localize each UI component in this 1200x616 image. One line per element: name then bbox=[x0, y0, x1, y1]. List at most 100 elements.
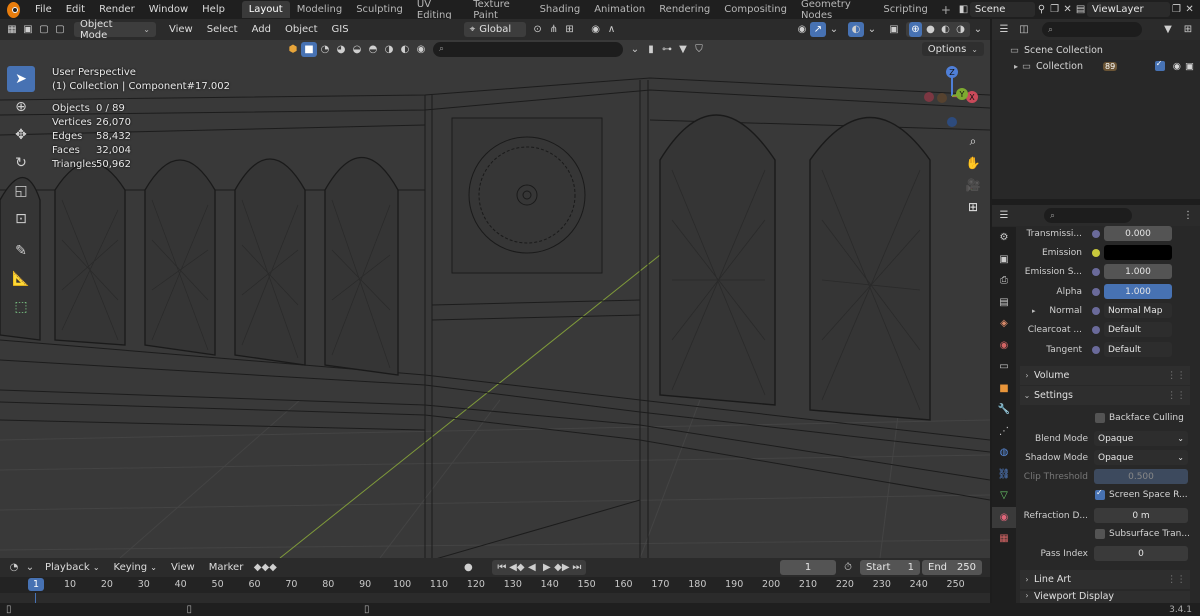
zoom-icon[interactable]: ⌕ bbox=[962, 130, 984, 152]
new-collection-icon[interactable]: ⊞ bbox=[1180, 22, 1196, 37]
outliner-display-mode-icon[interactable]: ◫ bbox=[1016, 22, 1032, 37]
workspace-tab-layout[interactable]: Layout bbox=[241, 1, 290, 18]
mode-selector[interactable]: Object Mode ⌄ bbox=[74, 19, 156, 41]
socket-dot-icon[interactable] bbox=[1092, 306, 1100, 315]
select-box-icon[interactable]: ▣ bbox=[20, 22, 36, 37]
ortho-grid-icon[interactable]: ⊞ bbox=[962, 196, 984, 218]
outliner-editor-type-icon[interactable]: ☰ bbox=[996, 22, 1012, 37]
xray-icon[interactable]: ▣ bbox=[886, 22, 902, 37]
select-subtract-icon[interactable]: ▢ bbox=[52, 22, 68, 37]
filter-curve-icon[interactable]: ◑ bbox=[381, 42, 397, 57]
color-filter-icon[interactable]: ⬢ bbox=[285, 42, 301, 57]
backface-culling-checkbox[interactable] bbox=[1095, 413, 1105, 423]
bookmark-icon[interactable]: ▮ bbox=[643, 42, 659, 57]
blender-logo-icon[interactable] bbox=[7, 1, 20, 18]
properties-search-input[interactable]: ⌕ bbox=[1044, 208, 1132, 223]
menu-edit[interactable]: Edit bbox=[59, 4, 92, 15]
material-shading-icon[interactable]: ◐ bbox=[939, 22, 952, 37]
pivot-point-icon[interactable]: ⊙ bbox=[530, 22, 546, 37]
scale-tool-icon[interactable]: ◱ bbox=[7, 178, 35, 204]
snap-icon[interactable]: ⋔ bbox=[546, 22, 562, 37]
view-layer-selector[interactable]: ViewLayer bbox=[1087, 2, 1171, 17]
particles-tab-icon[interactable]: ⋰ bbox=[992, 421, 1016, 443]
scene-selector[interactable]: Scene bbox=[969, 2, 1036, 17]
clip-threshold-field[interactable]: 0.500 bbox=[1094, 469, 1188, 484]
play-reverse-icon[interactable]: ◀ bbox=[525, 560, 538, 575]
pass-index-field[interactable]: 0 bbox=[1094, 546, 1188, 561]
subsurface-translucency-checkbox[interactable] bbox=[1095, 529, 1105, 539]
timeline-body[interactable] bbox=[0, 593, 990, 603]
move-tool-icon[interactable]: ✥ bbox=[7, 122, 35, 148]
outliner-scene-collection[interactable]: ▭ Scene Collection bbox=[992, 42, 1200, 58]
workspace-tab-scripting[interactable]: Scripting bbox=[876, 1, 934, 18]
socket-dot-icon[interactable] bbox=[1092, 248, 1100, 257]
add-workspace-icon[interactable]: + bbox=[935, 3, 957, 17]
filter-light-icon[interactable]: ◔ bbox=[317, 42, 333, 57]
select-tool-icon[interactable]: ➤ bbox=[7, 66, 35, 92]
transmission-field[interactable]: 0.000 bbox=[1104, 226, 1172, 241]
pan-hand-icon[interactable]: ✋ bbox=[962, 152, 984, 174]
wireframe-shading-icon[interactable]: ⊕ bbox=[909, 22, 922, 37]
overlay-dropdown-icon[interactable]: ⌄ bbox=[864, 22, 880, 37]
overlay-toggle-icon[interactable]: ◐ bbox=[848, 22, 864, 37]
scene-tab-icon[interactable]: ◈ bbox=[992, 313, 1016, 335]
refraction-depth-field[interactable]: 0 m bbox=[1094, 508, 1188, 523]
end-frame-field[interactable]: End 250 bbox=[922, 560, 982, 575]
menu-file[interactable]: File bbox=[28, 4, 59, 15]
falloff-icon[interactable]: ∧ bbox=[604, 22, 620, 37]
editor-type-icon[interactable]: ▦ bbox=[4, 22, 20, 37]
outliner-collection-row[interactable]: ▸ ▭ Collection 89 ◉ ▣ bbox=[992, 58, 1200, 74]
pin-icon[interactable]: ⚲ bbox=[1035, 2, 1048, 17]
filter-mesh-icon[interactable]: ■ bbox=[301, 41, 317, 57]
filter-camera-icon[interactable]: ◕ bbox=[333, 42, 349, 57]
workspace-tab-compositing[interactable]: Compositing bbox=[717, 1, 794, 18]
viewport-search-input[interactable]: ⌕ bbox=[433, 41, 623, 57]
timeline-menu-marker[interactable]: Marker bbox=[202, 562, 251, 573]
add-cube-tool-icon[interactable]: ⬚ bbox=[7, 294, 35, 320]
workspace-tab-shading[interactable]: Shading bbox=[533, 1, 588, 18]
transform-orientation-selector[interactable]: ⌖ Global bbox=[463, 22, 526, 37]
hide-eye-icon[interactable]: ◉ bbox=[1173, 61, 1181, 72]
section-volume[interactable]: › Volume ⋮⋮ bbox=[1020, 366, 1190, 385]
filter-volume-icon[interactable]: ◉ bbox=[413, 42, 429, 57]
timeline-menu-keying[interactable]: Keying ⌄ bbox=[107, 562, 164, 573]
view-layer-tab-icon[interactable]: ▤ bbox=[992, 292, 1016, 314]
close-view-layer-icon[interactable]: ✕ bbox=[1183, 2, 1196, 17]
gizmo-dropdown-icon[interactable]: ⌄ bbox=[826, 22, 842, 37]
alpha-field[interactable]: 1.000 bbox=[1104, 284, 1172, 299]
menu-help[interactable]: Help bbox=[195, 4, 232, 15]
tool-tab-icon[interactable]: ⚙ bbox=[992, 227, 1016, 249]
collection-exclude-checkbox[interactable] bbox=[1154, 59, 1165, 71]
annotate-tool-icon[interactable]: ✎ bbox=[7, 238, 35, 264]
subsurface-translucency-option[interactable]: Subsurface Tran... bbox=[1095, 529, 1190, 539]
timeline-ruler[interactable]: 1 10 20 30 40 50 60 70 80 90 100 110 120 130 140 150 16… bbox=[0, 577, 990, 593]
normal-link-field[interactable]: Normal Map bbox=[1104, 303, 1172, 318]
filter-other-icon[interactable]: ◓ bbox=[365, 42, 381, 57]
physics-tab-icon[interactable]: ◍ bbox=[992, 442, 1016, 464]
emission-color-swatch[interactable] bbox=[1104, 245, 1172, 260]
hierarchy-icon[interactable]: ⊶ bbox=[659, 42, 675, 57]
drag-handle-icon[interactable]: ⋮⋮ bbox=[1167, 574, 1186, 585]
funnel-filter-icon[interactable]: ▼ bbox=[675, 42, 691, 57]
tangent-field[interactable]: Default bbox=[1104, 342, 1172, 357]
measure-tool-icon[interactable]: 📐 bbox=[7, 266, 35, 292]
object-tab-icon[interactable]: ■ bbox=[992, 378, 1016, 400]
timeline-dropdown-icon[interactable]: ⌄ bbox=[22, 560, 38, 575]
workspace-tab-animation[interactable]: Animation bbox=[587, 1, 652, 18]
viewport-menu-select[interactable]: Select bbox=[200, 24, 245, 35]
jump-start-icon[interactable]: ⏮ bbox=[495, 560, 508, 575]
view-layer-icon[interactable]: ▤ bbox=[1074, 2, 1087, 17]
ruler-current-frame-indicator[interactable]: 1 bbox=[28, 578, 44, 591]
prev-keyframe-icon[interactable]: ◀◆ bbox=[509, 560, 524, 575]
socket-dot-icon[interactable] bbox=[1092, 325, 1100, 334]
properties-options-icon[interactable]: ⋮ bbox=[1180, 208, 1196, 223]
camera-view-icon[interactable]: 🎥 bbox=[962, 174, 984, 196]
shield-check-icon[interactable]: ⛉ bbox=[691, 42, 707, 57]
menu-window[interactable]: Window bbox=[142, 4, 195, 15]
world-tab-icon[interactable]: ◉ bbox=[992, 335, 1016, 357]
timeline-editor-type-icon[interactable]: ◔ bbox=[6, 560, 22, 575]
data-tab-icon[interactable]: ▽ bbox=[992, 485, 1016, 507]
rotate-tool-icon[interactable]: ↻ bbox=[7, 150, 35, 176]
drag-handle-icon[interactable]: ⋮⋮ bbox=[1167, 370, 1186, 381]
snap-target-icon[interactable]: ⊞ bbox=[562, 22, 578, 37]
